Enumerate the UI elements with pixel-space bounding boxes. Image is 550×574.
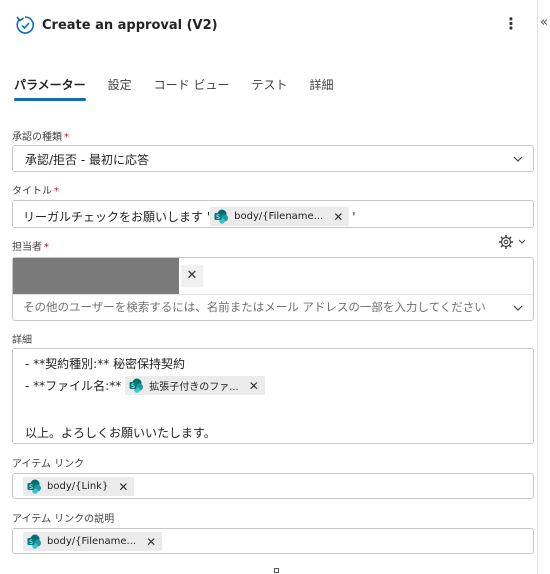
sharepoint-icon: S bbox=[27, 534, 41, 549]
approval-type-value: 承認/拒否 - 最初に応答 bbox=[25, 153, 150, 167]
collapse-panel-icon[interactable]: « bbox=[540, 15, 548, 30]
tab-parameters[interactable]: パラメーター bbox=[14, 76, 86, 101]
item-link-desc-label: アイテム リンクの説明 bbox=[12, 514, 115, 525]
chevron-down-icon[interactable] bbox=[513, 303, 523, 313]
dynamic-content-token[interactable]: S body/{Link} ✕ bbox=[23, 477, 135, 496]
item-link-desc-input[interactable]: S body/{Filename... ✕ bbox=[12, 528, 534, 554]
collapse-strip bbox=[537, 0, 550, 574]
dynamic-content-token[interactable]: S body/{Filename... ✕ bbox=[23, 532, 163, 551]
more-vertical-icon[interactable]: ⋮ bbox=[503, 14, 519, 34]
close-icon[interactable]: ✕ bbox=[249, 379, 259, 393]
tab-code-view[interactable]: コード ビュー bbox=[154, 76, 230, 100]
token-label: body/{Link} bbox=[47, 481, 109, 492]
redacted-user bbox=[13, 258, 179, 294]
action-title: Create an approval (V2) bbox=[42, 17, 218, 33]
close-icon[interactable]: ✕ bbox=[118, 480, 128, 494]
tab-details[interactable]: 詳細 bbox=[310, 76, 334, 100]
title-suffix: ' bbox=[352, 209, 356, 224]
details-line: - **契約種別:** 秘密保持契約 bbox=[25, 357, 186, 371]
details-textarea[interactable]: - **契約種別:** 秘密保持契約 - **ファイル名:** S 拡張子付きの… bbox=[12, 348, 534, 444]
close-icon[interactable]: ✕ bbox=[333, 210, 343, 224]
panel-header: Create an approval (V2) ⋮ bbox=[14, 12, 529, 38]
token-label: body/{Filename... bbox=[47, 536, 137, 547]
assigned-to-field[interactable]: ✕ その他のユーザーを検索するには、名前またはメール アドレスの一部を入力してく… bbox=[12, 257, 534, 321]
user-search-input[interactable]: その他のユーザーを検索するには、名前またはメール アドレスの一部を入力してくださ… bbox=[23, 299, 486, 315]
title-input[interactable]: リーガルチェックをお願いします ' S body/{Filename... ✕ … bbox=[12, 200, 534, 228]
tab-settings[interactable]: 設定 bbox=[108, 76, 132, 100]
sharepoint-icon: S bbox=[27, 479, 41, 494]
token-label: body/{Filename... bbox=[234, 211, 324, 222]
token-label: 拡張子付きのファ... bbox=[149, 382, 239, 393]
action-panel: Create an approval (V2) ⋮ パラメーター 設定 コード … bbox=[0, 0, 537, 574]
svg-text:S: S bbox=[216, 214, 220, 221]
approval-type-label: 承認の種類 * bbox=[12, 132, 69, 143]
close-icon[interactable]: ✕ bbox=[146, 535, 156, 549]
approval-type-dropdown[interactable]: 承認/拒否 - 最初に応答 bbox=[12, 145, 534, 172]
divider bbox=[13, 294, 533, 295]
svg-text:S: S bbox=[131, 383, 135, 390]
assigned-to-label: 担当者 * bbox=[12, 242, 49, 253]
details-line: 以上。よろしくお願いいたします。 bbox=[25, 426, 216, 440]
tab-bar: パラメーター 設定 コード ビュー テスト 詳細 bbox=[14, 76, 356, 101]
title-text: リーガルチェックをお願いします ' bbox=[23, 210, 211, 224]
svg-text:S: S bbox=[29, 539, 33, 546]
title-label: タイトル * bbox=[12, 186, 59, 197]
details-line: - **ファイル名:** bbox=[25, 379, 122, 393]
item-link-input[interactable]: S body/{Link} ✕ bbox=[12, 473, 534, 499]
details-label: 詳細 bbox=[12, 335, 32, 346]
sharepoint-icon: S bbox=[214, 209, 229, 224]
chevron-down-icon bbox=[513, 156, 523, 162]
resize-handle[interactable] bbox=[274, 568, 279, 573]
tab-test[interactable]: テスト bbox=[251, 76, 287, 100]
dynamic-content-token[interactable]: S body/{Filename... ✕ bbox=[210, 207, 350, 226]
gear-icon[interactable] bbox=[497, 234, 527, 250]
close-icon[interactable]: ✕ bbox=[181, 265, 203, 287]
approval-refresh-icon bbox=[16, 16, 35, 34]
svg-text:S: S bbox=[29, 484, 33, 491]
item-link-label: アイテム リンク bbox=[12, 459, 85, 470]
sharepoint-icon: S bbox=[129, 378, 144, 393]
dynamic-content-token[interactable]: S 拡張子付きのファ... ✕ bbox=[125, 376, 265, 395]
